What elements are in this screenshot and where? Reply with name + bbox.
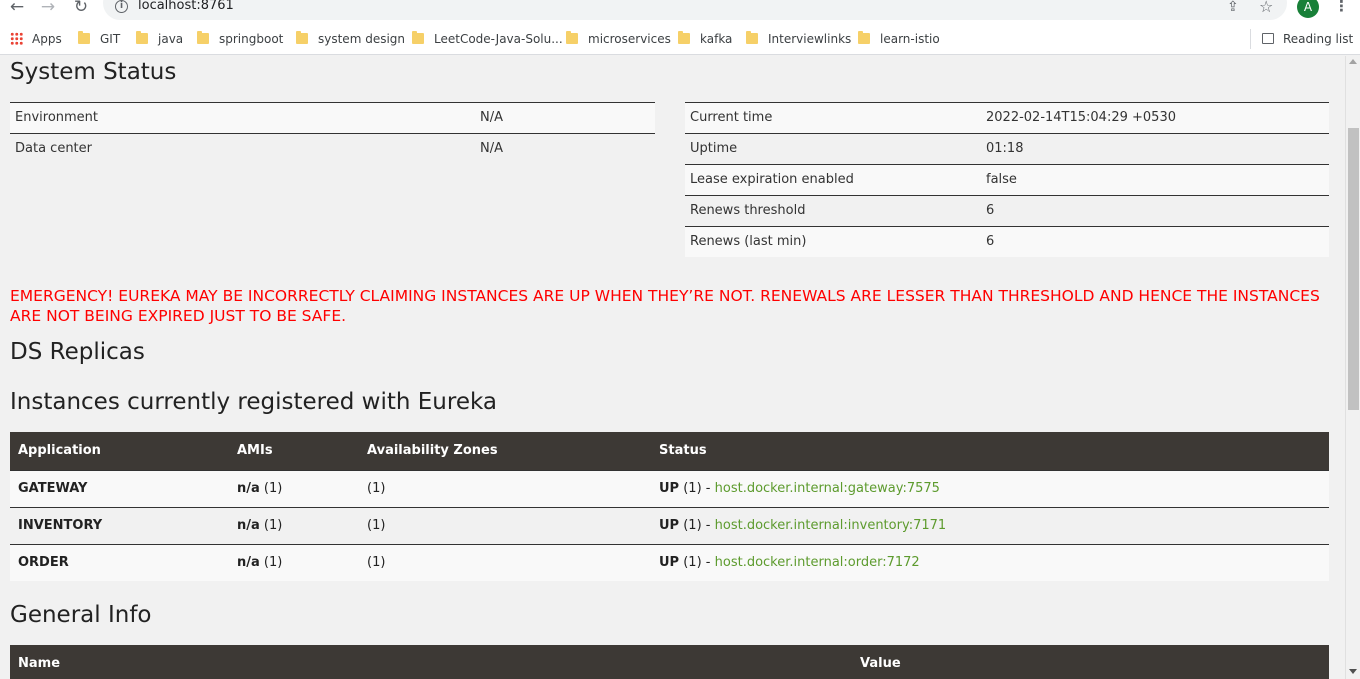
general-info-heading: General Info [10,602,152,628]
folder-icon [296,31,308,44]
general-info-table: Name Value [10,645,1329,679]
status-value: false [986,172,1017,187]
table-row: INVENTORY n/a (1) (1) UP (1) - host.dock… [10,507,1329,544]
forward-arrow-icon[interactable]: → [38,0,58,16]
status-key: Data center [15,141,92,156]
system-status-left-table: Environment N/A Data center N/A [10,102,655,164]
eureka-dashboard: System Status Environment N/A Data cente… [0,56,1345,679]
reload-icon[interactable]: ↻ [71,0,91,16]
az-cell: (1) [367,518,386,533]
ds-replicas-heading: DS Replicas [10,339,145,365]
reading-list-icon [1262,33,1274,44]
status-value: 6 [986,234,995,249]
status-cell: UP (1) - host.docker.internal:gateway:75… [659,481,940,496]
table-header: Application AMIs Availability Zones Stat… [10,432,1329,470]
instances-heading: Instances currently registered with Eure… [10,389,497,415]
table-header: Name Value [10,645,1329,679]
emergency-warning: EMERGENCY! EUREKA MAY BE INCORRECTLY CLA… [10,287,1320,325]
system-status-right-table: Current time 2022-02-14T15:04:29 +0530 U… [685,102,1329,257]
status-value: 6 [986,203,995,218]
scroll-up-arrow-icon[interactable] [1349,59,1357,64]
address-bar[interactable]: i localhost:8761 [103,0,1287,20]
column-header: Value [860,656,901,671]
table-row: Data center N/A [10,133,655,164]
ami-cell: n/a (1) [237,555,283,570]
reading-list-button[interactable]: Reading list [1262,31,1353,47]
status-cell: UP (1) - host.docker.internal:order:7172 [659,555,920,570]
table-row: Lease expiration enabled false [685,164,1329,195]
status-key: Lease expiration enabled [690,172,854,187]
instances-table: Application AMIs Availability Zones Stat… [10,432,1329,581]
menu-kebab-icon[interactable]: ⋮ [1334,0,1349,15]
folder-icon [412,31,424,44]
apps-grid-icon [10,32,23,45]
share-icon[interactable]: ⇪ [1227,0,1239,15]
folder-icon [78,31,90,44]
bookmark-apps[interactable]: Apps [10,31,62,47]
status-key: Uptime [690,141,738,156]
column-header: Application [18,443,101,458]
status-value: 01:18 [986,141,1024,156]
back-arrow-icon[interactable]: ← [7,0,27,16]
table-row: ORDER n/a (1) (1) UP (1) - host.docker.i… [10,544,1329,581]
bookmark-git[interactable]: GIT [78,31,120,47]
page-scrollbar[interactable] [1345,56,1360,679]
folder-icon [858,31,870,44]
instance-link[interactable]: host.docker.internal:order:7172 [715,555,920,570]
table-row: GATEWAY n/a (1) (1) UP (1) - host.docker… [10,470,1329,507]
table-row: Renews threshold 6 [685,195,1329,226]
instance-link[interactable]: host.docker.internal:gateway:7575 [715,481,940,496]
bookmark-microservices[interactable]: microservices [566,31,671,47]
column-header: Name [18,656,61,671]
status-key: Current time [690,110,773,125]
divider [1250,29,1251,49]
instance-link[interactable]: host.docker.internal:inventory:7171 [715,518,947,533]
bookmark-leetcode[interactable]: LeetCode-Java-Solu... [412,31,563,47]
bookmark-interviewlinks[interactable]: Interviewlinks [746,31,851,47]
app-name: GATEWAY [18,481,88,496]
url-text[interactable]: localhost:8761 [138,0,234,13]
ami-cell: n/a (1) [237,518,283,533]
az-cell: (1) [367,481,386,496]
status-cell: UP (1) - host.docker.internal:inventory:… [659,518,947,533]
site-info-icon[interactable]: i [115,0,128,13]
table-row: Environment N/A [10,102,655,133]
column-header: AMIs [237,443,273,458]
scroll-down-arrow-icon[interactable] [1349,669,1357,674]
scroll-thumb[interactable] [1348,128,1359,410]
folder-icon [678,31,690,44]
folder-icon [746,31,758,44]
table-row: Current time 2022-02-14T15:04:29 +0530 [685,102,1329,133]
browser-toolbar: ← → ↻ i localhost:8761 ⇪ ☆ A ⋮ [0,0,1360,24]
bookmark-kafka[interactable]: kafka [678,31,732,47]
app-name: ORDER [18,555,69,570]
system-status-heading: System Status [10,59,177,85]
bookmark-java[interactable]: java [136,31,183,47]
app-name: INVENTORY [18,518,103,533]
profile-avatar[interactable]: A [1297,0,1319,18]
table-row: Uptime 01:18 [685,133,1329,164]
status-key: Renews threshold [690,203,806,218]
bookmark-star-icon[interactable]: ☆ [1259,0,1273,16]
folder-icon [197,31,209,44]
bookmark-system-design[interactable]: system design [296,31,405,47]
status-value: N/A [480,110,503,125]
bookmark-springboot[interactable]: springboot [197,31,283,47]
az-cell: (1) [367,555,386,570]
column-header: Status [659,443,707,458]
status-key: Environment [15,110,99,125]
column-header: Availability Zones [367,443,498,458]
ami-cell: n/a (1) [237,481,283,496]
bookmarks-bar: Apps GIT java springboot system design L… [0,24,1360,55]
bookmark-learn-istio[interactable]: learn-istio [858,31,940,47]
status-value: N/A [480,141,503,156]
folder-icon [566,31,578,44]
table-row: Renews (last min) 6 [685,226,1329,257]
folder-icon [136,31,148,44]
status-value: 2022-02-14T15:04:29 +0530 [986,110,1176,125]
status-key: Renews (last min) [690,234,807,249]
